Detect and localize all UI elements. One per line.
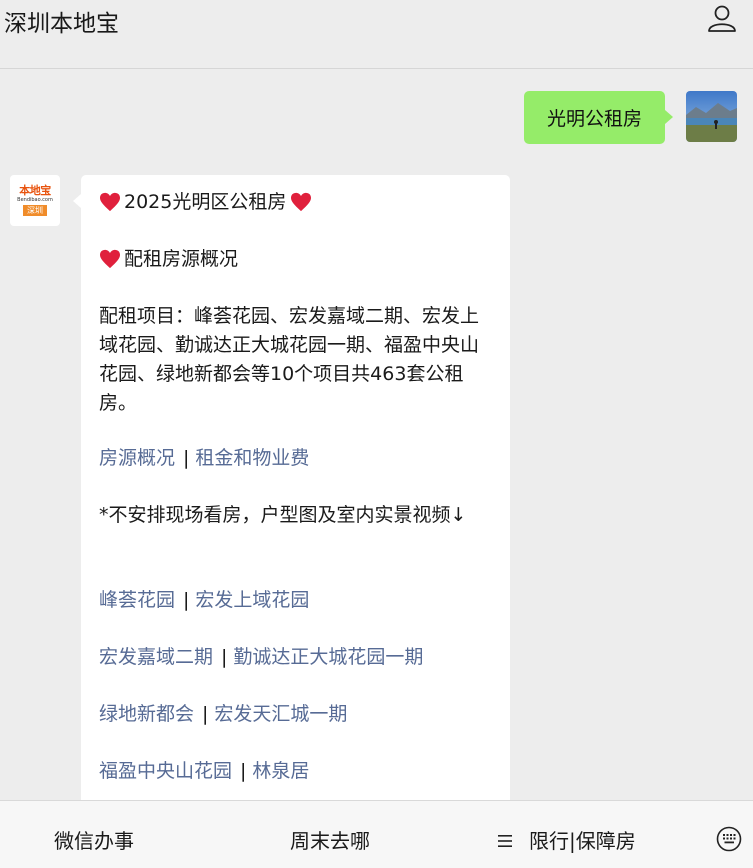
link-separator: | [221,646,228,668]
project-link[interactable]: 勤诚达正大城花园一期 [233,646,423,668]
link-separator: | [183,447,190,469]
link-separator: | [183,589,190,611]
bot-avatar-city: 深圳 [23,205,47,216]
menu-wechat-services[interactable]: 微信办事 [54,825,134,854]
project-link[interactable]: 宏发上域花园 [195,589,309,611]
bot-avatar[interactable]: 本地宝 Bendibao.com 深圳 [10,175,60,226]
project-row: 福盈中央山花园 | 林泉居 [99,757,309,786]
link-separator: | [202,703,209,725]
menu-traffic-housing[interactable]: 限行|保障房 [497,825,636,854]
person-icon [708,5,736,32]
project-row: 峰荟花园 | 宏发上域花园 [99,586,309,615]
link-listing-overview[interactable]: 房源概况 [99,447,175,469]
project-link[interactable]: 峰荟花园 [99,589,175,611]
menu-weekend-places[interactable]: 周末去哪 [290,825,370,854]
project-row: 宏发嘉域二期 | 勤诚达正大城花园一期 [99,643,423,672]
section-heading-line: 配租房源概况 [99,245,238,274]
chat-header: 深圳本地宝 [0,0,753,69]
chat-title: 深圳本地宝 [4,11,119,37]
bot-avatar-brand: 本地宝 [19,184,51,197]
message-list[interactable]: 光明公租房 本地宝 Bendibao.com 深圳 2025光明区公租房 配租房… [0,69,753,800]
project-link[interactable]: 福盈中央山花园 [99,760,232,782]
note-paragraph: *不安排现场看房，户型图及室内实景视频↓ [99,504,467,526]
bot-message-bubble: 2025光明区公租房 配租房源概况 配租项目：峰荟花园、宏发嘉域二期、宏发上域花… [73,175,510,800]
menu-traffic-housing-label: 限行|保障房 [529,829,636,853]
project-link[interactable]: 林泉居 [252,760,309,782]
message-title: 2025光明区公租房 [124,191,287,213]
hamburger-icon [498,835,512,847]
section-heading: 配租房源概况 [124,248,239,270]
link-separator: | [240,760,247,782]
heart-icon [291,192,312,212]
user-message-bubble[interactable]: 光明公租房 [524,91,673,144]
keyboard-icon [716,826,742,852]
project-link[interactable]: 绿地新都会 [99,703,194,725]
user-message-text: 光明公租房 [546,108,642,130]
user-avatar[interactable] [686,91,737,142]
bottom-menu-bar: 微信办事 周末去哪 限行|保障房 [0,800,753,868]
heart-icon [100,249,120,269]
profile-button[interactable] [705,2,739,36]
message-title-line: 2025光明区公租房 [99,188,315,217]
link-rent-fees[interactable]: 租金和物业费 [195,447,309,469]
heart-icon [100,192,120,212]
project-link[interactable]: 宏发嘉域二期 [99,646,213,668]
project-row: 绿地新都会 | 宏发天汇城一期 [99,700,347,729]
bot-avatar-domain: Bendibao.com [17,197,53,203]
project-link[interactable]: 宏发天汇城一期 [214,703,347,725]
intro-paragraph: 配租项目：峰荟花园、宏发嘉域二期、宏发上域花园、勤诚达正大城花园一期、福盈中央山… [99,305,480,414]
keyboard-toggle-button[interactable] [716,826,742,852]
links-row: 房源概况 | 租金和物业费 [99,444,309,473]
